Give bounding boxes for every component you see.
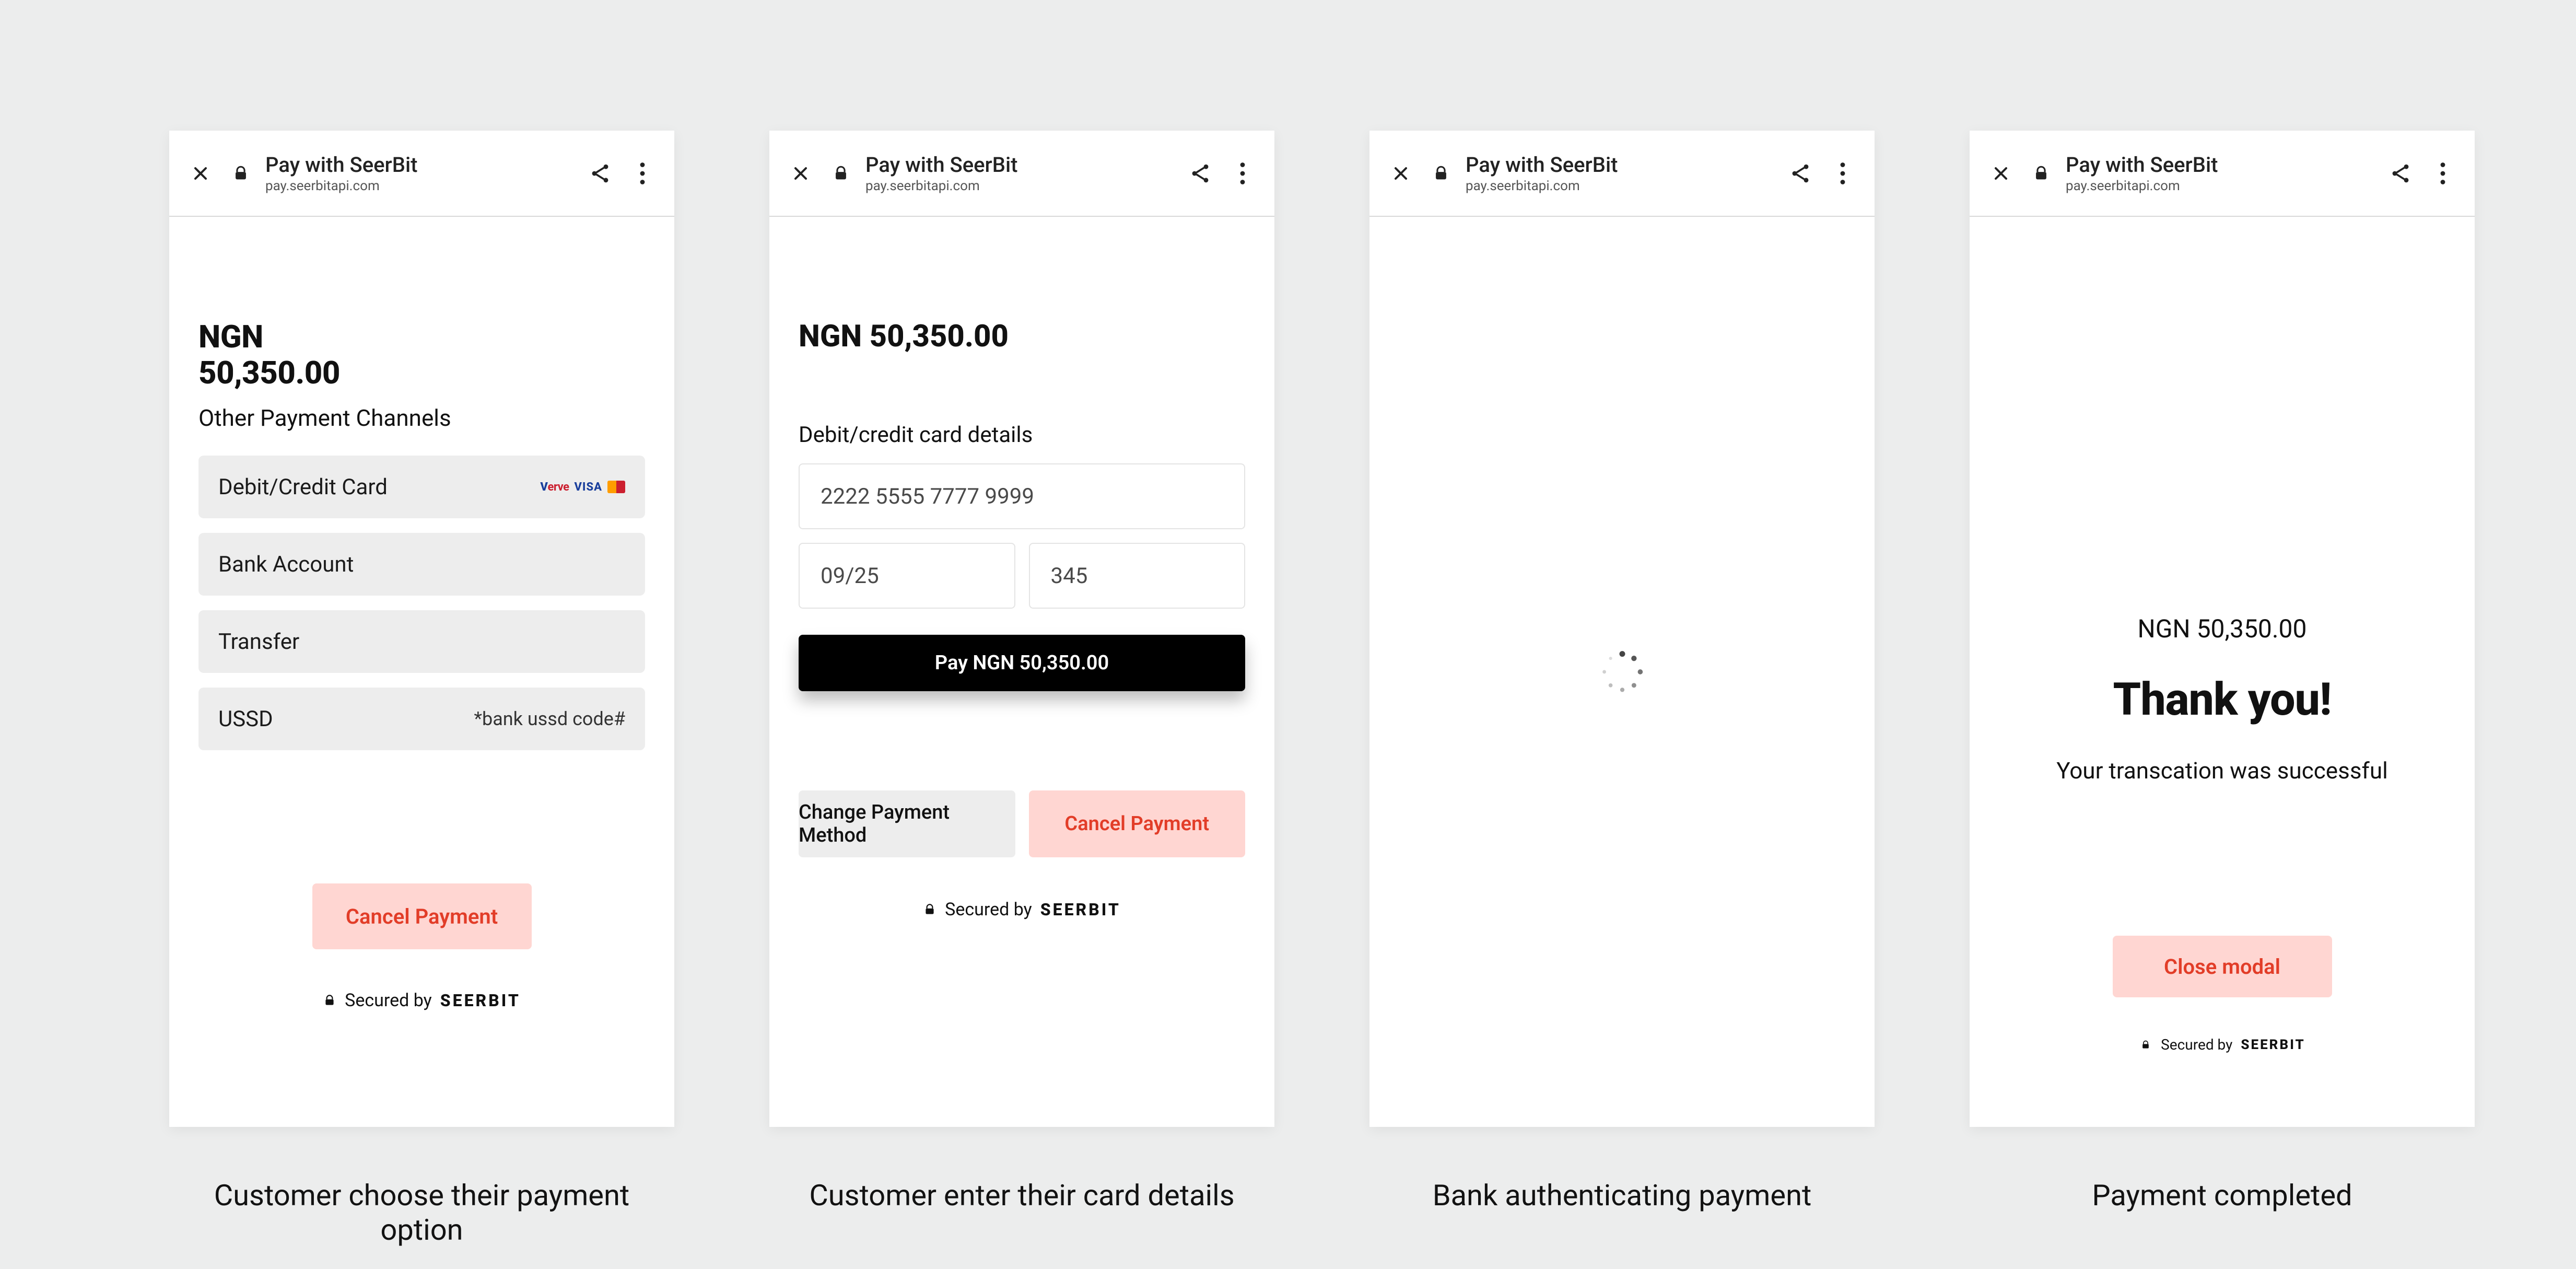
lock-icon — [323, 994, 336, 1007]
close-icon[interactable] — [1987, 160, 2015, 187]
share-icon[interactable] — [1787, 160, 1814, 187]
secured-by-footer: Secured by SEERBIT — [799, 899, 1245, 920]
screen-authenticating: Pay with SeerBit pay.seerbitapi.com — [1369, 131, 1875, 1127]
more-icon[interactable] — [1237, 160, 1248, 187]
lock-icon — [2139, 1038, 2152, 1052]
cancel-payment-button[interactable]: Cancel Payment — [1029, 790, 1246, 857]
share-icon[interactable] — [587, 160, 614, 187]
channel-card[interactable]: Debit/Credit Card Verve VISA — [198, 456, 645, 518]
card-expiry-input[interactable]: 09/25 — [799, 543, 1015, 609]
loading-spinner-icon — [1600, 649, 1645, 694]
channel-transfer[interactable]: Transfer — [198, 610, 645, 673]
share-icon[interactable] — [2387, 160, 2414, 187]
browser-url[interactable]: pay.seerbitapi.com — [1466, 178, 1618, 194]
browser-title: Pay with SeerBit — [1466, 153, 1618, 177]
verve-logo: Verve — [540, 481, 569, 494]
close-modal-button[interactable]: Close modal — [2113, 936, 2332, 997]
thank-you-heading: Thank you! — [1999, 673, 2445, 726]
amount-display: NGN 50,350.00 — [198, 319, 645, 391]
caption-screen-4: Payment completed — [1970, 1178, 2475, 1213]
amount-display: NGN 50,350.00 — [1999, 614, 2445, 644]
more-icon[interactable] — [2437, 160, 2449, 187]
browser-url[interactable]: pay.seerbitapi.com — [2066, 178, 2218, 194]
visa-logo: VISA — [574, 481, 602, 494]
channels-heading: Other Payment Channels — [198, 404, 645, 432]
caption-screen-3: Bank authenticating payment — [1369, 1178, 1875, 1213]
browser-title: Pay with SeerBit — [265, 153, 417, 177]
card-number-input[interactable]: 2222 5555 7777 9999 — [799, 463, 1245, 529]
browser-title: Pay with SeerBit — [2066, 153, 2218, 177]
channel-bank-label: Bank Account — [218, 552, 354, 577]
channel-transfer-label: Transfer — [218, 629, 299, 655]
caption-screen-1: Customer choose their payment option — [169, 1178, 674, 1247]
change-payment-method-button[interactable]: Change Payment Method — [799, 790, 1015, 857]
lock-icon — [830, 162, 852, 184]
more-icon[interactable] — [1837, 160, 1848, 187]
screen-enter-card: Pay with SeerBit pay.seerbitapi.com NGN … — [769, 131, 1274, 1127]
browser-toolbar: Pay with SeerBit pay.seerbitapi.com — [1970, 131, 2475, 217]
close-icon[interactable] — [187, 160, 214, 187]
browser-toolbar: Pay with SeerBit pay.seerbitapi.com — [769, 131, 1274, 217]
channel-ussd-hint: *bank ussd code# — [474, 708, 625, 730]
channel-ussd-label: USSD — [218, 706, 273, 732]
more-icon[interactable] — [637, 160, 648, 187]
share-icon[interactable] — [1187, 160, 1214, 187]
seerbit-logo: SEERBIT — [440, 991, 521, 1010]
card-form-label: Debit/credit card details — [799, 422, 1245, 448]
caption-screen-2: Customer enter their card details — [769, 1178, 1274, 1213]
secured-by-footer: Secured by SEERBIT — [198, 990, 645, 1011]
browser-url[interactable]: pay.seerbitapi.com — [265, 178, 417, 194]
seerbit-logo: SEERBIT — [1040, 900, 1121, 919]
screen-completed: Pay with SeerBit pay.seerbitapi.com NGN … — [1970, 131, 2475, 1127]
card-brand-logos: Verve VISA — [540, 481, 625, 494]
seerbit-logo: SEERBIT — [2241, 1037, 2305, 1053]
browser-title: Pay with SeerBit — [865, 153, 1017, 177]
browser-toolbar: Pay with SeerBit pay.seerbitapi.com — [1369, 131, 1875, 217]
lock-icon — [923, 903, 936, 916]
lock-icon — [1430, 162, 1452, 184]
channel-card-label: Debit/Credit Card — [218, 474, 388, 500]
close-icon[interactable] — [1387, 160, 1414, 187]
channel-bank-account[interactable]: Bank Account — [198, 533, 645, 596]
card-cvv-input[interactable]: 345 — [1029, 543, 1246, 609]
success-message: Your transcation was successful — [1999, 757, 2445, 784]
browser-url[interactable]: pay.seerbitapi.com — [865, 178, 1017, 194]
close-icon[interactable] — [787, 160, 814, 187]
lock-icon — [2030, 162, 2052, 184]
secured-by-footer: Secured by SEERBIT — [1999, 1036, 2445, 1053]
cancel-payment-button[interactable]: Cancel Payment — [312, 883, 532, 949]
channel-ussd[interactable]: USSD *bank ussd code# — [198, 688, 645, 750]
browser-toolbar: Pay with SeerBit pay.seerbitapi.com — [169, 131, 674, 217]
pay-button[interactable]: Pay NGN 50,350.00 — [799, 635, 1245, 691]
screen-choose-payment: Pay with SeerBit pay.seerbitapi.com NGN … — [169, 131, 674, 1127]
mastercard-logo — [607, 481, 625, 493]
lock-icon — [230, 162, 252, 184]
amount-display: NGN 50,350.00 — [799, 319, 1245, 354]
